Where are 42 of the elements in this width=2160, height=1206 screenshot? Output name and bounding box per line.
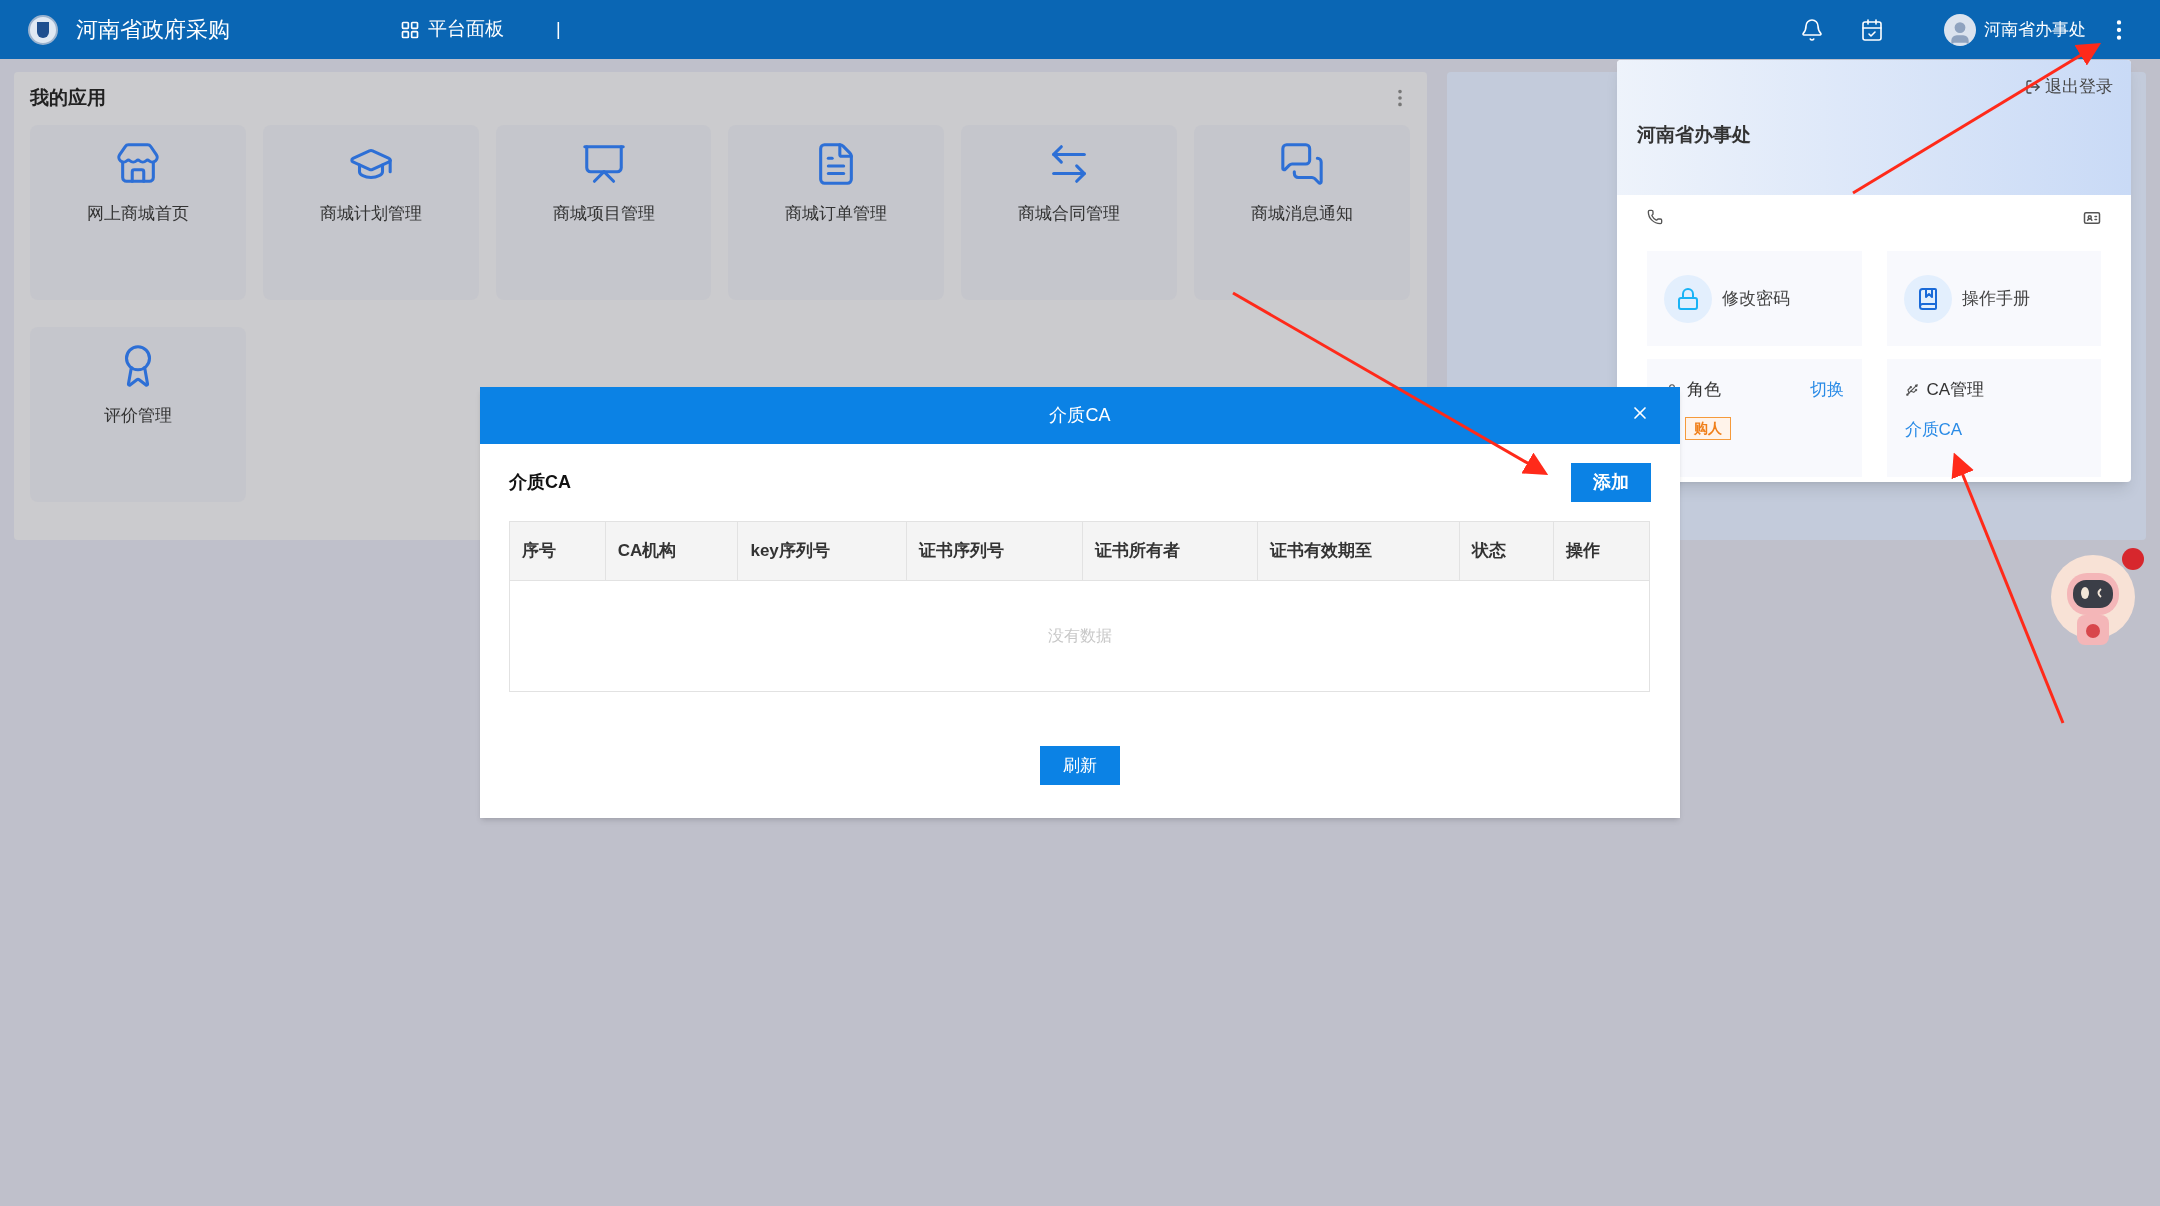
usb-key-icon	[1904, 382, 1919, 397]
user-name[interactable]: 河南省办事处	[1984, 16, 2086, 43]
refresh-button[interactable]: 刷新	[1040, 746, 1120, 785]
lock-icon	[1664, 274, 1712, 323]
grid-icon	[400, 19, 420, 40]
column-header: 证书有效期至	[1258, 522, 1461, 580]
chat-bubbles-icon	[1279, 140, 1326, 187]
app-tile[interactable]: 商城消息通知	[1194, 124, 1410, 300]
panel-title: 我的应用	[30, 86, 106, 110]
app-tile[interactable]: 商城订单管理	[728, 124, 945, 300]
site-title: 河南省政府采购	[76, 16, 230, 44]
app-tile[interactable]: 商城项目管理	[495, 124, 712, 300]
ca-label: CA管理	[1926, 379, 1985, 401]
app-tile[interactable]: 商城计划管理	[262, 124, 479, 300]
column-header: 操作	[1564, 540, 1602, 563]
column-header: 证书所有者	[1082, 522, 1258, 580]
role-tag: 购人	[1685, 416, 1731, 440]
emblem-logo-icon	[28, 14, 58, 45]
column-header: 序号	[510, 522, 606, 580]
column-header: key序列号	[738, 522, 907, 580]
popup-tile[interactable]: 修改密码	[1647, 251, 1862, 346]
separator-text: |	[556, 18, 561, 41]
dialog-title: 介质CA	[1049, 404, 1111, 427]
app-tile[interactable]: 商城合同管理	[961, 124, 1178, 300]
phone-icon	[1647, 209, 1663, 225]
app-tile[interactable]: 评价管理	[30, 326, 246, 502]
platform-panel-tab[interactable]: 平台面板	[400, 15, 504, 44]
logout-icon	[2025, 78, 2041, 95]
column-header: 证书序列号	[907, 522, 1083, 580]
column-header: 状态	[1460, 522, 1555, 580]
section-title: 介质CA	[509, 471, 571, 494]
id-card-icon	[2083, 209, 2101, 227]
role-label: 角色	[1687, 379, 1721, 401]
calendar-check-icon[interactable]	[1860, 17, 1884, 42]
add-button[interactable]: 添加	[1571, 463, 1651, 502]
notification-bell-icon[interactable]	[1800, 17, 1824, 42]
logout-link[interactable]: 退出登录	[2025, 74, 2113, 100]
popup-tile[interactable]: 操作手册	[1886, 251, 2101, 346]
app-tile[interactable]: 网上商城首页	[30, 124, 246, 300]
popup-user-name: 河南省办事处	[1637, 123, 1751, 148]
user-avatar[interactable]	[1944, 13, 1976, 46]
column-header: CA机构	[605, 522, 739, 580]
